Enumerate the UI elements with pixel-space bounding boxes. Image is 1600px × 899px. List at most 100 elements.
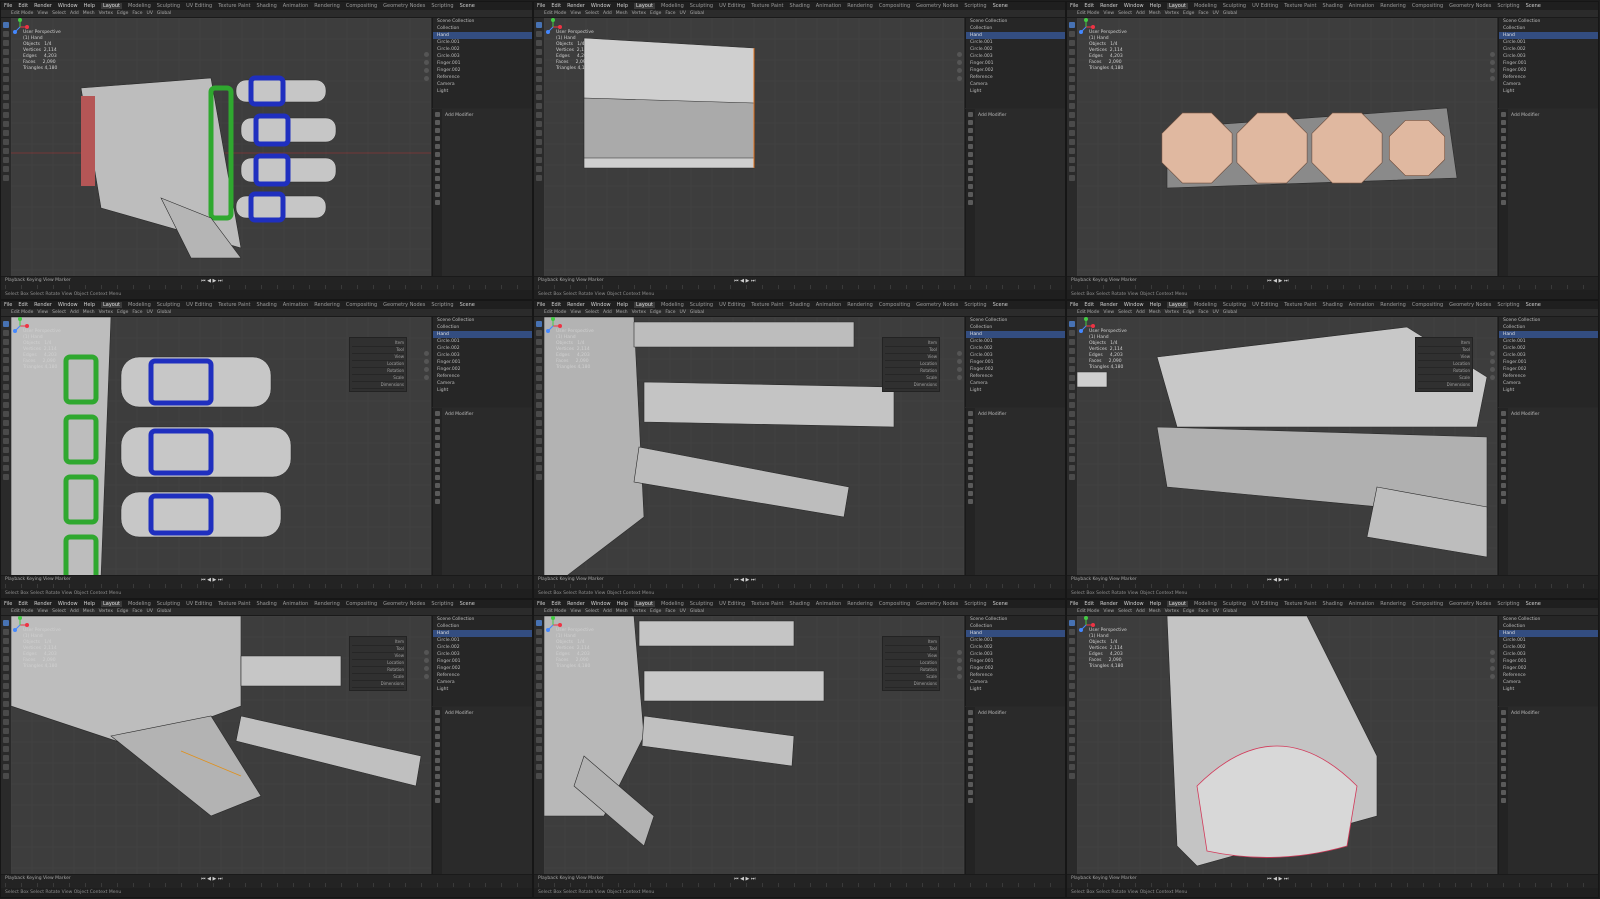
viewport-menu-item[interactable]: Add <box>70 11 79 16</box>
workspace-tab[interactable]: UV Editing <box>1252 302 1278 308</box>
tool-icon[interactable] <box>536 366 542 372</box>
tool-icon[interactable] <box>536 40 542 46</box>
tool-icon[interactable] <box>536 656 542 662</box>
tool-icon[interactable] <box>536 773 542 779</box>
outliner-item[interactable]: Reference <box>433 672 532 679</box>
grid-icon[interactable] <box>957 674 962 679</box>
outliner-item[interactable]: Circle.001 <box>966 637 1065 644</box>
menu-edit[interactable]: Edit <box>551 601 561 607</box>
n-panel-row[interactable]: View <box>352 653 404 660</box>
outliner-item[interactable]: Finger.002 <box>966 665 1065 672</box>
menu-edit[interactable]: Edit <box>1084 601 1094 607</box>
workspace-tab[interactable]: Scripting <box>1497 3 1519 9</box>
workspace-tab[interactable]: Layout <box>101 302 122 308</box>
tool-icon[interactable] <box>536 447 542 453</box>
property-tab-icon[interactable] <box>435 168 440 173</box>
outliner-item[interactable]: Light <box>1499 686 1598 693</box>
workspace-tab[interactable]: Geometry Nodes <box>383 3 425 9</box>
property-tab-icon[interactable] <box>435 782 440 787</box>
viewport-menu-item[interactable]: UV <box>1213 609 1219 614</box>
outliner-item[interactable]: Hand <box>1499 32 1598 39</box>
workspace-tab[interactable]: Geometry Nodes <box>916 302 958 308</box>
n-panel-row[interactable]: Item <box>885 639 937 646</box>
tool-icon[interactable] <box>536 429 542 435</box>
tool-icon[interactable] <box>536 456 542 462</box>
outliner-item[interactable]: Light <box>433 387 532 394</box>
viewport-menu-item[interactable]: Select <box>585 11 599 16</box>
menu-file[interactable]: File <box>537 601 545 607</box>
tool-icon[interactable] <box>1069 94 1075 100</box>
property-tab-icon[interactable] <box>968 192 973 197</box>
workspace-tab[interactable]: Compositing <box>1412 302 1443 308</box>
tool-icon[interactable] <box>1069 456 1075 462</box>
outliner-item[interactable]: Reference <box>966 373 1065 380</box>
tool-icon[interactable] <box>536 121 542 127</box>
property-tab-icon[interactable] <box>1501 200 1506 205</box>
finger-block[interactable] <box>641 715 795 767</box>
workspace-tab[interactable]: Texture Paint <box>751 3 783 9</box>
viewport-menu-item[interactable]: Edit Mode <box>11 310 33 315</box>
property-tab-icon[interactable] <box>1501 168 1506 173</box>
workspace-tab[interactable]: Rendering <box>314 302 340 308</box>
workspace-tab[interactable]: Layout <box>634 601 655 607</box>
property-tab-icon[interactable] <box>435 475 440 480</box>
tool-icon[interactable] <box>3 773 9 779</box>
grid-icon[interactable] <box>424 674 429 679</box>
properties-tabs[interactable] <box>433 109 442 277</box>
tool-icon[interactable] <box>3 94 9 100</box>
outliner-item[interactable]: Camera <box>1499 380 1598 387</box>
viewport-menu-item[interactable]: Vertex <box>1165 310 1179 315</box>
n-panel-row[interactable]: View <box>352 354 404 361</box>
timeline-menu[interactable]: Playback Keying View Marker <box>5 577 71 582</box>
tool-icon[interactable] <box>3 112 9 118</box>
tool-icon[interactable] <box>1069 121 1075 127</box>
outliner-item[interactable]: Circle.003 <box>966 53 1065 60</box>
viewport-menu-item[interactable]: UV <box>680 609 686 614</box>
menu-file[interactable]: File <box>1070 601 1078 607</box>
menu-render[interactable]: Render <box>567 3 585 9</box>
property-tab-icon[interactable] <box>968 112 973 117</box>
outliner-item[interactable]: Finger.001 <box>1499 359 1598 366</box>
timeline-ruler[interactable] <box>538 883 1061 887</box>
outliner-item[interactable]: Finger.001 <box>966 359 1065 366</box>
zoom-icon[interactable] <box>424 52 429 57</box>
n-panel-row[interactable]: Tool <box>885 347 937 354</box>
property-tab-icon[interactable] <box>968 790 973 795</box>
property-tab-icon[interactable] <box>968 499 973 504</box>
tool-icon[interactable] <box>1069 139 1075 145</box>
workspace-tab[interactable]: Compositing <box>879 3 910 9</box>
tool-icon[interactable] <box>1069 755 1075 761</box>
viewport-menu-item[interactable]: Select <box>1118 609 1132 614</box>
sidebar-n-panel[interactable]: Item Tool View Location Rotation Scale Dimensi… <box>882 636 940 691</box>
viewport-menu-item[interactable]: Face <box>132 11 142 16</box>
tool-icon[interactable] <box>536 22 542 28</box>
add-modifier-button[interactable]: Add Modifier <box>1511 711 1539 716</box>
viewport-menu-item[interactable]: Add <box>603 11 612 16</box>
property-tab-icon[interactable] <box>435 200 440 205</box>
grid-icon[interactable] <box>424 375 429 380</box>
property-tab-icon[interactable] <box>1501 766 1506 771</box>
property-tab-icon[interactable] <box>1501 160 1506 165</box>
grid-icon[interactable] <box>957 375 962 380</box>
tool-icon[interactable] <box>1069 148 1075 154</box>
tool-icon[interactable] <box>536 85 542 91</box>
menu-file[interactable]: File <box>1070 3 1078 9</box>
outliner-item[interactable]: Light <box>433 88 532 95</box>
viewport-menu-item[interactable]: Global <box>690 11 704 16</box>
workspace-tab[interactable]: Texture Paint <box>218 302 250 308</box>
property-tab-icon[interactable] <box>1501 774 1506 779</box>
tool-icon[interactable] <box>536 674 542 680</box>
viewport-menu-item[interactable]: Global <box>690 310 704 315</box>
timeline-menu[interactable]: Playback Keying View Marker <box>5 278 71 283</box>
camera-icon[interactable] <box>957 666 962 671</box>
workspace-tab[interactable]: Sculpting <box>690 302 713 308</box>
property-tab-icon[interactable] <box>1501 718 1506 723</box>
navigation-gizmo-icon[interactable] <box>544 616 562 634</box>
playback-controls[interactable]: ⏮ ◀ ▶ ⏭ <box>1267 278 1288 284</box>
tool-icon[interactable] <box>3 22 9 28</box>
properties-tabs[interactable] <box>1499 707 1508 875</box>
navigation-gizmo-icon[interactable] <box>1077 317 1095 335</box>
property-tab-icon[interactable] <box>968 718 973 723</box>
tool-icon[interactable] <box>1069 157 1075 163</box>
tool-icon[interactable] <box>1069 429 1075 435</box>
